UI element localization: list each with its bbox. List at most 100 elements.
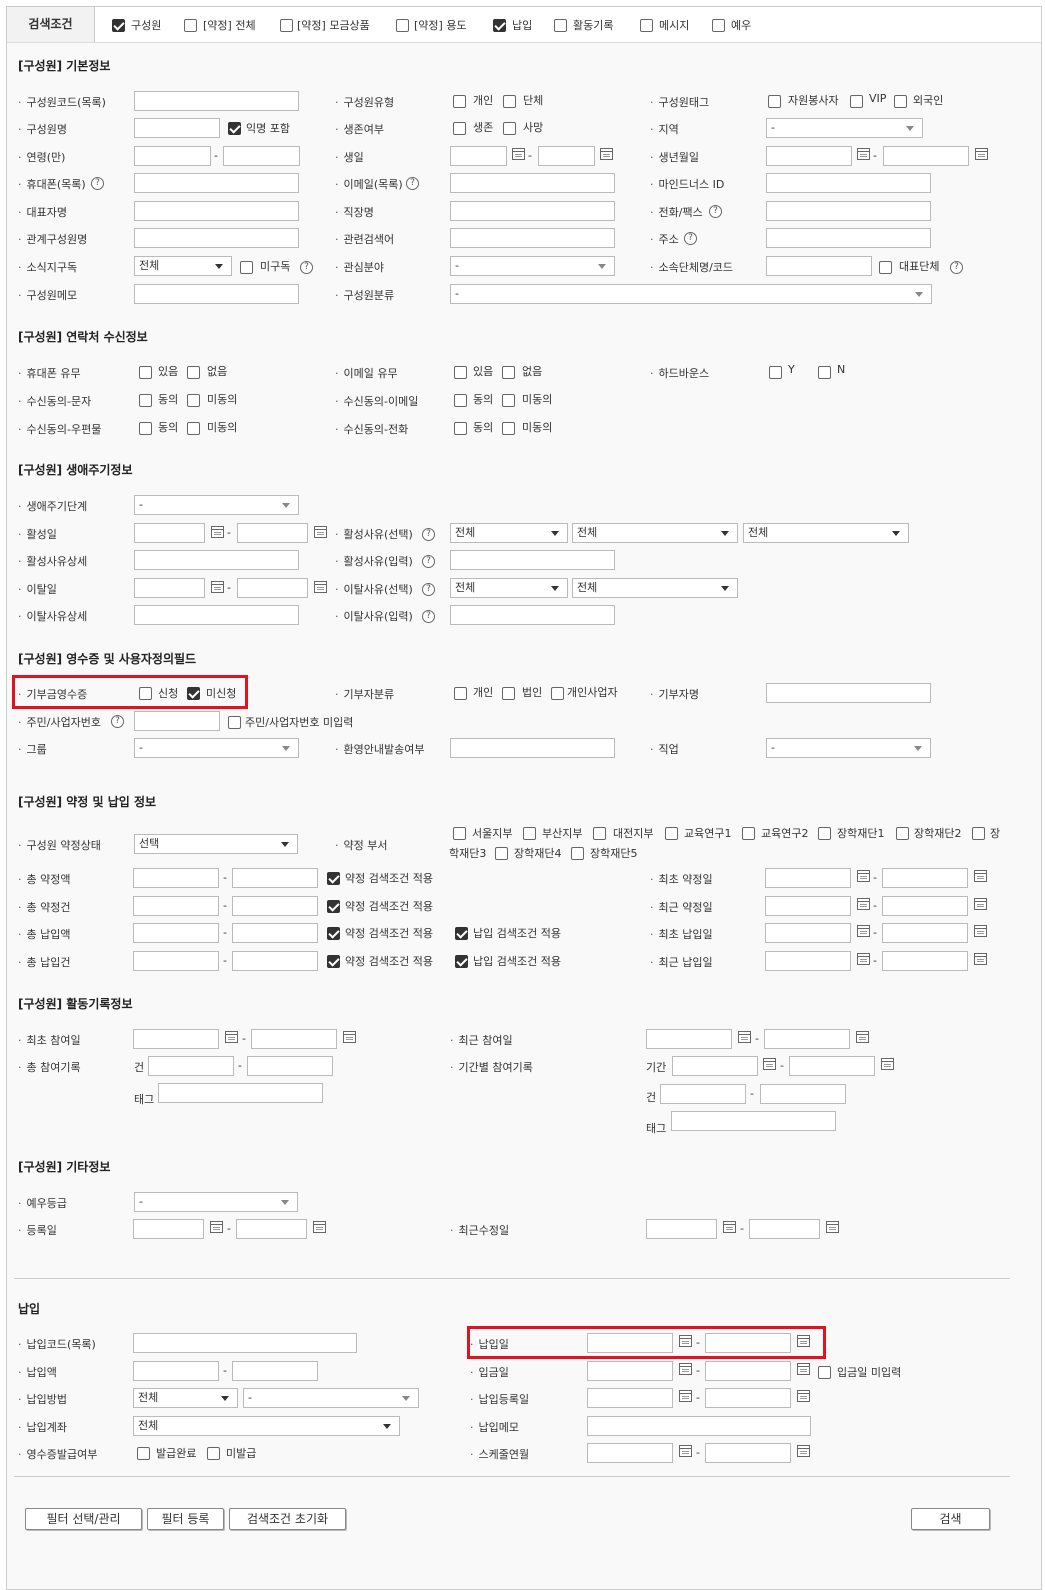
text-input[interactable] [133,951,219,971]
text-input[interactable] [134,118,220,138]
text-input[interactable] [587,1443,673,1463]
checkbox[interactable] [453,95,466,108]
category-select[interactable]: - [450,284,932,304]
checkbox[interactable] [503,95,516,108]
help-icon[interactable]: ? [422,583,435,596]
calendar-icon[interactable] [512,148,525,160]
text-input[interactable] [538,146,595,166]
text-input[interactable] [133,1219,204,1239]
text-input[interactable] [134,201,299,221]
method-select[interactable]: 전체 [133,1388,238,1408]
dept-checkbox[interactable] [523,827,536,840]
text-input[interactable] [765,923,851,943]
calendar-icon[interactable] [679,1445,692,1457]
help-icon[interactable]: ? [91,177,104,190]
dept-checkbox[interactable] [972,827,985,840]
dept-checkbox[interactable] [896,827,909,840]
checkbox[interactable] [228,716,241,729]
text-input[interactable] [882,868,968,888]
active-reason-select-2[interactable]: 전체 [572,523,738,543]
calendar-icon[interactable] [679,1390,692,1402]
checkbox[interactable] [139,366,152,379]
checkbox[interactable] [818,366,831,379]
help-icon[interactable]: ? [684,232,697,245]
help-icon[interactable]: ? [300,261,313,274]
text-input[interactable] [232,896,318,916]
account-select[interactable]: 전체 [133,1416,400,1436]
tab-checkbox[interactable] [493,19,506,32]
text-input[interactable] [158,1083,323,1103]
text-input[interactable] [705,1361,791,1381]
tab-checkbox[interactable] [554,19,567,32]
text-input[interactable] [237,523,308,543]
text-input[interactable] [237,578,308,598]
job-select[interactable]: - [766,738,931,758]
text-input[interactable] [450,228,615,248]
text-input[interactable] [883,146,969,166]
text-input[interactable] [232,951,318,971]
calendar-icon[interactable] [974,925,987,937]
calendar-icon[interactable] [857,925,870,937]
calendar-icon[interactable] [313,1221,326,1233]
dept-checkbox[interactable] [571,847,584,860]
dept-checkbox[interactable] [495,847,508,860]
calendar-icon[interactable] [314,526,327,538]
text-input[interactable] [133,868,219,888]
grade-select[interactable]: - [134,1192,298,1212]
text-input[interactable] [134,284,299,304]
checkbox[interactable] [879,261,892,274]
text-input[interactable] [133,1361,219,1381]
text-input[interactable] [765,896,851,916]
text-input[interactable] [232,1361,318,1381]
calendar-icon[interactable] [343,1031,356,1043]
text-input[interactable] [450,738,615,758]
checkbox[interactable] [187,422,200,435]
text-input[interactable] [765,868,851,888]
calendar-icon[interactable] [600,148,613,160]
calendar-icon[interactable] [826,1221,839,1233]
checkbox[interactable] [455,955,468,968]
text-input[interactable] [705,1388,791,1408]
reset-button[interactable]: 검색조건 초기화 [229,1508,346,1530]
text-input[interactable] [587,1416,811,1436]
checkbox[interactable] [327,955,340,968]
calendar-icon[interactable] [797,1445,810,1457]
checkbox[interactable] [768,95,781,108]
text-input[interactable] [764,1029,850,1049]
text-input[interactable] [133,923,219,943]
text-input[interactable] [766,146,852,166]
text-input[interactable] [148,1056,234,1076]
filter-register-button[interactable]: 필터 등록 [147,1508,224,1530]
text-input[interactable] [133,896,219,916]
leave-reason-select-2[interactable]: 전체 [572,578,738,598]
text-input[interactable] [134,550,299,570]
text-input[interactable] [766,201,931,221]
tab-checkbox[interactable] [712,19,725,32]
help-icon[interactable]: ? [111,715,124,728]
checkbox[interactable] [454,394,467,407]
text-input[interactable] [450,605,615,625]
checkbox[interactable] [228,122,241,135]
text-input[interactable] [232,923,318,943]
search-button[interactable]: 검색 [911,1508,990,1530]
text-input[interactable] [587,1361,673,1381]
calendar-icon[interactable] [974,870,987,882]
calendar-icon[interactable] [723,1221,736,1233]
checkbox[interactable] [502,394,515,407]
text-input[interactable] [766,173,931,193]
help-icon[interactable]: ? [950,261,963,274]
text-input[interactable] [133,1333,357,1353]
calendar-icon[interactable] [856,1031,869,1043]
text-input[interactable] [766,256,872,276]
text-input[interactable] [587,1388,673,1408]
calendar-icon[interactable] [314,581,327,593]
stage-select[interactable]: - [134,495,299,515]
interest-select[interactable]: - [450,256,615,276]
tab-checkbox[interactable] [112,19,125,32]
text-input[interactable] [450,146,507,166]
text-input[interactable] [450,201,615,221]
calendar-icon[interactable] [881,1058,894,1070]
text-input[interactable] [765,951,851,971]
active-reason-select-1[interactable]: 전체 [450,523,568,543]
checkbox[interactable] [453,122,466,135]
